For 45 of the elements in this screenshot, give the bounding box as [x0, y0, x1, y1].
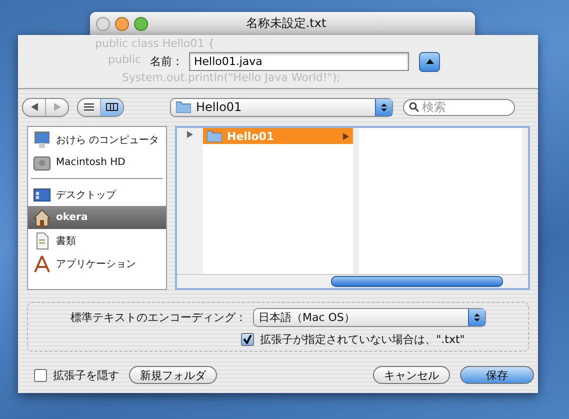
back-icon: [30, 103, 38, 111]
encoding-label: 標準テキストのエンコーディング：: [70, 310, 246, 324]
back-forward-control[interactable]: [22, 98, 69, 116]
sidebar-item[interactable]: okera: [28, 206, 166, 229]
checkbox[interactable]: [241, 332, 254, 346]
encoding-popup[interactable]: 日本語（Mac OS）: [252, 308, 486, 326]
monitor-icon: [33, 130, 51, 148]
forward-icon: [54, 103, 60, 111]
sidebar-item[interactable]: アプリケーション: [28, 252, 166, 275]
disclosure-button[interactable]: [419, 52, 440, 72]
hide-extension-label: 拡張子を隠す: [53, 368, 119, 382]
sidebar-item[interactable]: デスクトップ: [28, 183, 166, 206]
dialog-button[interactable]: キャンセル: [373, 366, 450, 384]
save-button[interactable]: 保存: [460, 366, 534, 384]
right-triangle-icon: [187, 131, 193, 138]
sidebar-item[interactable]: 書類: [28, 229, 166, 252]
window-title: 名称未設定.txt: [244, 15, 328, 32]
name-field[interactable]: Hello01.java: [189, 52, 409, 71]
sidebar-item[interactable]: Macintosh HD: [28, 151, 166, 174]
minimize-button[interactable]: [115, 16, 129, 30]
search-placeholder: 検索: [422, 98, 446, 116]
view-mode-control[interactable]: [77, 98, 124, 116]
list-view-icon: [84, 103, 94, 111]
column-view-icon: [106, 103, 118, 111]
location-value: Hello01: [196, 100, 242, 114]
desktop-icon: [33, 186, 51, 204]
zoom-button[interactable]: [134, 16, 148, 30]
scroll-thumb[interactable]: [331, 276, 503, 287]
folder-icon: [176, 101, 191, 113]
updown-arrows-icon: [472, 312, 480, 322]
updown-arrows-icon: [380, 102, 388, 112]
right-triangle-icon: [343, 132, 349, 140]
house-icon: [33, 208, 51, 226]
folder-icon: [207, 130, 222, 142]
checkmark-icon: [243, 334, 252, 344]
horizontal-scrollbar[interactable]: [177, 274, 528, 288]
sidebar-item[interactable]: おけら のコンピュータ: [28, 128, 166, 151]
checkbox[interactable]: [34, 368, 47, 382]
search-icon: [409, 102, 419, 112]
location-popup[interactable]: Hello01: [170, 98, 393, 116]
dialog-button[interactable]: 新規フォルダ: [129, 366, 217, 384]
append-extension-label: 拡張子が指定されていない場合は、".txt": [260, 332, 465, 346]
up-triangle-icon: [426, 58, 434, 65]
name-label: 名前：: [150, 54, 183, 69]
applications-icon: [33, 254, 51, 272]
